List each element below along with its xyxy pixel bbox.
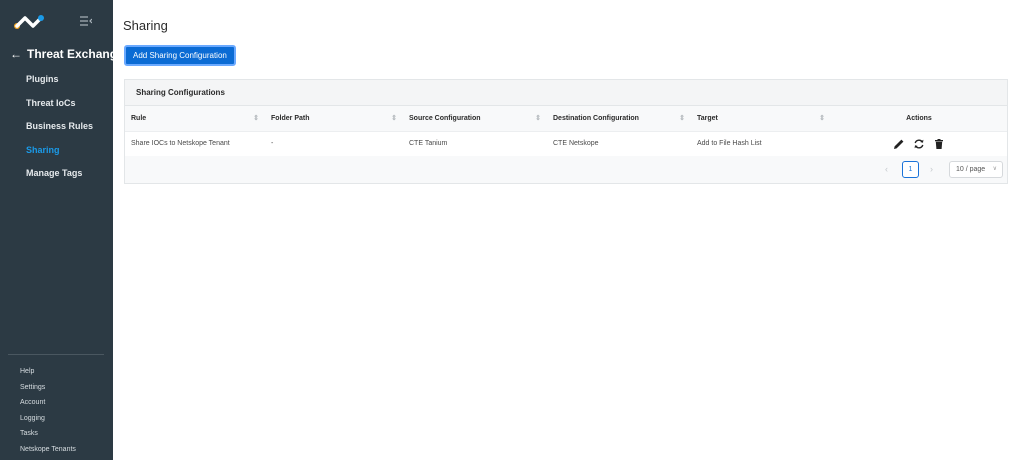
cell-rule: Share IOCs to Netskope Tenant bbox=[125, 131, 265, 157]
panel-title: Sharing Configurations bbox=[125, 80, 1007, 106]
column-header-label: Destination Configuration bbox=[553, 114, 639, 122]
page-size-value: 10 / page bbox=[956, 166, 986, 173]
back-to-apps-link[interactable]: ← Threat Exchange bbox=[10, 47, 124, 61]
cell-destination-configuration: CTE Netskope bbox=[547, 131, 691, 157]
column-header-source-configuration[interactable]: Source Configuration ⇕ bbox=[403, 106, 547, 132]
cell-source-configuration: CTE Tanium bbox=[403, 131, 547, 157]
edit-pencil-icon[interactable] bbox=[893, 138, 905, 150]
sidebar-item-help[interactable]: Help bbox=[0, 364, 113, 380]
sharing-configurations-panel: Sharing Configurations Rule ⇕ Folder Path… bbox=[124, 79, 1008, 184]
sidebar-item-logging[interactable]: Logging bbox=[0, 411, 113, 427]
column-header-actions: Actions bbox=[831, 106, 1007, 132]
sidebar-item-sharing[interactable]: Sharing bbox=[0, 139, 113, 163]
sidebar-item-settings[interactable]: Settings bbox=[0, 380, 113, 396]
page-number-button[interactable]: 1 bbox=[902, 161, 919, 178]
cell-target: Add to File Hash List bbox=[691, 131, 831, 157]
table-header-row: Rule ⇕ Folder Path ⇕ Source Configuration ⇕… bbox=[125, 106, 1007, 132]
pagination: ‹ 1 › 10 / page ∨ bbox=[125, 156, 1007, 183]
app-title: Threat Exchange bbox=[27, 47, 124, 61]
sidebar-item-netskope-tenants[interactable]: Netskope Tenants bbox=[0, 442, 113, 458]
column-header-target[interactable]: Target ⇕ bbox=[691, 106, 831, 132]
sort-icon[interactable]: ⇕ bbox=[253, 114, 259, 122]
sidebar-item-tasks[interactable]: Tasks bbox=[0, 426, 113, 442]
sort-icon[interactable]: ⇕ bbox=[679, 114, 685, 122]
menu-collapse-icon[interactable] bbox=[80, 16, 92, 26]
netskope-logo bbox=[14, 15, 44, 29]
main-content: Sharing Add Sharing Configuration Sharin… bbox=[113, 0, 1024, 460]
sharing-configurations-table: Rule ⇕ Folder Path ⇕ Source Configuration ⇕… bbox=[125, 106, 1007, 157]
column-header-label: Source Configuration bbox=[409, 114, 481, 122]
previous-page-icon[interactable]: ‹ bbox=[885, 164, 888, 174]
column-header-label: Rule bbox=[131, 114, 147, 122]
sync-icon[interactable] bbox=[913, 138, 925, 150]
column-header-label: Target bbox=[697, 114, 718, 122]
sort-icon[interactable]: ⇕ bbox=[391, 114, 397, 122]
sort-icon[interactable]: ⇕ bbox=[819, 114, 825, 122]
table-row: Share IOCs to Netskope Tenant - CTE Tani… bbox=[125, 131, 1007, 157]
sidebar-nav: Plugins Threat IoCs Business Rules Shari… bbox=[0, 68, 113, 186]
sidebar-item-manage-tags[interactable]: Manage Tags bbox=[0, 162, 113, 186]
back-arrow-icon: ← bbox=[10, 47, 22, 61]
column-header-destination-configuration[interactable]: Destination Configuration ⇕ bbox=[547, 106, 691, 132]
delete-trash-icon[interactable] bbox=[933, 138, 945, 150]
column-header-label: Folder Path bbox=[271, 114, 310, 122]
sidebar-item-plugins[interactable]: Plugins bbox=[0, 68, 113, 92]
page-size-select[interactable]: 10 / page ∨ bbox=[949, 161, 1003, 178]
sidebar-divider bbox=[8, 354, 104, 355]
sidebar: ← Threat Exchange Plugins Threat IoCs Bus… bbox=[0, 0, 124, 460]
sort-icon[interactable]: ⇕ bbox=[535, 114, 541, 122]
sidebar-item-account[interactable]: Account bbox=[0, 395, 113, 411]
logo-row bbox=[0, 0, 113, 40]
add-sharing-configuration-button[interactable]: Add Sharing Configuration bbox=[124, 45, 236, 66]
sidebar-item-threat-iocs[interactable]: Threat IoCs bbox=[0, 92, 113, 116]
page-title: Sharing bbox=[123, 18, 168, 33]
cell-folder-path: - bbox=[265, 131, 403, 157]
sidebar-bottom-nav: Help Settings Account Logging Tasks Nets… bbox=[0, 364, 113, 458]
sidebar-item-business-rules[interactable]: Business Rules bbox=[0, 115, 113, 139]
column-header-rule[interactable]: Rule ⇕ bbox=[125, 106, 265, 132]
chevron-down-icon: ∨ bbox=[992, 166, 997, 172]
next-page-icon[interactable]: › bbox=[930, 164, 933, 174]
cell-actions bbox=[831, 131, 1007, 157]
column-header-folder-path[interactable]: Folder Path ⇕ bbox=[265, 106, 403, 132]
